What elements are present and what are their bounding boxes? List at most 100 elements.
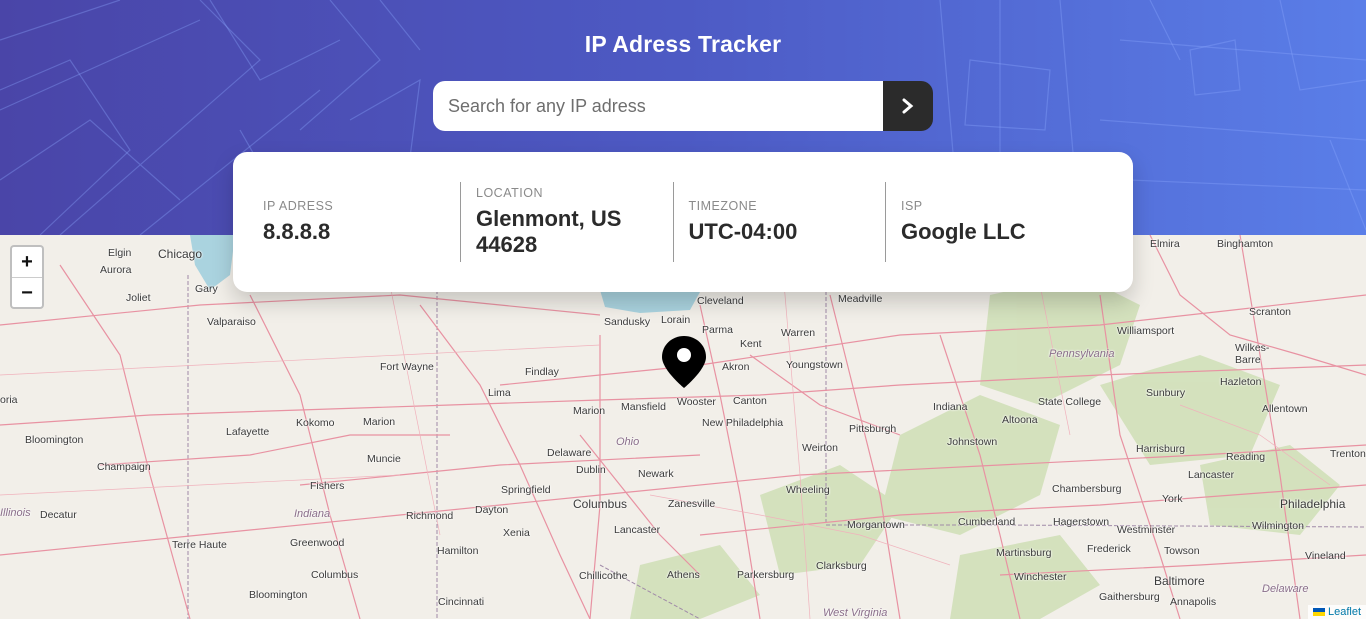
map-label-binghamton: Binghamton [1217, 238, 1274, 250]
search-submit-button[interactable] [883, 81, 933, 131]
ukraine-flag-icon [1312, 608, 1325, 616]
map-label-ohio: Ohio [616, 436, 640, 448]
map-label-columbus: Columbus [573, 497, 628, 511]
ip-address-label: IP ADRESS [263, 198, 334, 213]
map-label-marion-in: Marion [363, 416, 396, 428]
map-label-zanesville: Zanesville [668, 498, 716, 510]
map-label-morgantown: Morgantown [847, 519, 905, 531]
zoom-in-button[interactable]: + [12, 247, 42, 277]
map-label-pittsburgh: Pittsburgh [849, 423, 897, 435]
map-label-chillicothe: Chillicothe [579, 570, 628, 582]
map-label-valparaiso: Valparaiso [207, 316, 256, 328]
map-label-joliet: Joliet [126, 292, 151, 304]
map-label-dublin: Dublin [576, 464, 606, 476]
map-label-illinois: Illinois [0, 507, 31, 519]
map-label-new-philadelphia: New Philadelphia [702, 417, 784, 429]
map-label-york: York [1162, 493, 1183, 505]
timezone-section: TIMEZONE UTC-04:00 [672, 182, 886, 262]
leaflet-link[interactable]: Leaflet [1328, 606, 1361, 618]
map-label-muncie: Muncie [367, 453, 401, 465]
map-label-trenton: Trenton [1330, 448, 1366, 460]
map-label-warren: Warren [781, 327, 816, 339]
map-label-baltimore: Baltimore [1154, 574, 1205, 588]
map-label-gary: Gary [195, 283, 218, 295]
map-label-chambersburg: Chambersburg [1052, 483, 1122, 495]
map-label-champaign: Champaign [97, 461, 151, 473]
map-label-richmond: Richmond [406, 510, 454, 522]
map-label-westminster: Westminster [1117, 524, 1176, 536]
map-label-philadelphia: Philadelphia [1280, 497, 1346, 511]
map-label-sandusky: Sandusky [604, 316, 651, 328]
map-label-allentown: Allentown [1262, 403, 1308, 415]
isp-label: ISP [901, 198, 923, 213]
map-label-fishers: Fishers [310, 480, 345, 492]
map-label-lorain: Lorain [661, 314, 691, 326]
map-label-columbus-in: Columbus [311, 569, 359, 581]
ip-address-section: IP ADRESS 8.8.8.8 [233, 182, 460, 262]
map-label-state-college: State College [1038, 396, 1102, 408]
page-title: IP Adress Tracker [584, 31, 782, 57]
map-label-newark: Newark [638, 468, 674, 480]
map-label-hazleton: Hazleton [1220, 376, 1262, 388]
map-label-winchester: Winchester [1014, 571, 1067, 583]
map-label-decatur: Decatur [40, 509, 77, 521]
map-label-indiana-pa: Indiana [933, 401, 968, 413]
map-label-youngstown: Youngstown [786, 359, 843, 371]
map-label-williamsport: Williamsport [1117, 325, 1175, 337]
zoom-control: + − [10, 245, 44, 309]
map-label-indiana-state: Indiana [294, 508, 331, 520]
map-label-hamilton: Hamilton [437, 545, 479, 557]
map-label-fort-wayne: Fort Wayne [380, 361, 434, 373]
map-label-gaithersburg: Gaithersburg [1099, 591, 1160, 603]
map-label-annapolis: Annapolis [1170, 596, 1217, 608]
map-label-weirton: Weirton [802, 442, 838, 454]
map-label-wilkes-barre: Wilkes- Barre [1235, 342, 1270, 367]
map-label-martinsburg: Martinsburg [996, 547, 1052, 559]
map-label-cleveland: Cleveland [697, 295, 744, 307]
map-label-elmira: Elmira [1150, 238, 1180, 250]
map-label-wheeling: Wheeling [786, 484, 830, 496]
map-label-bloomington-in: Bloomington [249, 589, 308, 601]
map-label-lancaster-oh: Lancaster [614, 524, 661, 536]
map-label-hagerstown: Hagerstown [1053, 516, 1110, 528]
map-label-sunbury: Sunbury [1146, 387, 1186, 399]
ip-search-input[interactable] [433, 81, 883, 131]
map-label-lancaster-pa: Lancaster [1188, 469, 1235, 481]
map-label-west-virginia: West Virginia [823, 607, 888, 619]
location-label: LOCATION [476, 185, 543, 200]
map-label-findlay: Findlay [525, 366, 559, 378]
location-section: LOCATION Glenmont, US 44628 [460, 182, 673, 262]
map-label-kent: Kent [740, 338, 762, 350]
map-label-reading: Reading [1226, 451, 1266, 463]
map-label-cumberland: Cumberland [958, 516, 1016, 528]
map-label-meadville: Meadville [838, 293, 883, 305]
map-label-parkersburg: Parkersburg [737, 569, 795, 581]
map-label-johnstown: Johnstown [947, 436, 998, 448]
ip-info-card: IP ADRESS 8.8.8.8 LOCATION Glenmont, US … [233, 152, 1133, 292]
map-label-mansfield: Mansfield [621, 401, 666, 413]
map-label-delaware: Delaware [547, 447, 592, 459]
map-label-dayton: Dayton [475, 504, 509, 516]
map-label-lima: Lima [488, 387, 511, 399]
chevron-right-icon [902, 98, 914, 114]
map-label-towson: Towson [1164, 545, 1200, 557]
isp-section: ISP Google LLC [885, 182, 1098, 262]
map-label-frederick: Frederick [1087, 543, 1131, 555]
location-value: Glenmont, US 44628 [476, 205, 622, 257]
map-label-kokomo: Kokomo [296, 417, 335, 429]
map-label-akron: Akron [722, 361, 750, 373]
location-marker-icon[interactable] [660, 334, 708, 390]
map-label-wilmington: Wilmington [1252, 520, 1304, 532]
isp-value: Google LLC [901, 218, 1026, 244]
timezone-label: TIMEZONE [688, 198, 758, 213]
map-label-ora: oria [0, 394, 18, 406]
map-label-canton: Canton [733, 395, 767, 407]
map-view[interactable]: Elgin Chicago Aurora Joliet Gary Valpara… [0, 235, 1366, 619]
map-label-athens: Athens [667, 569, 700, 581]
map-label-cincinnati: Cincinnati [438, 596, 485, 608]
map-attribution[interactable]: Leaflet [1307, 605, 1366, 619]
zoom-out-button[interactable]: − [12, 277, 42, 307]
map-label-terre-haute: Terre Haute [172, 539, 227, 551]
map-label-pennsylvania: Pennsylvania [1049, 348, 1115, 360]
map-label-springfield: Springfield [501, 484, 551, 496]
